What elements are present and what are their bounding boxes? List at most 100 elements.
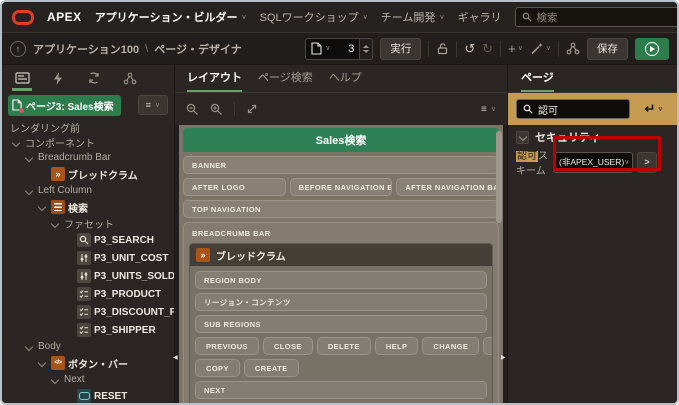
breadcrumb-application[interactable]: アプリケーション100 <box>33 41 139 57</box>
authorization-scheme-select[interactable]: (非APEX_USER) ∨ <box>553 152 633 173</box>
zoom-in-icon[interactable] <box>210 103 223 116</box>
redo-icon[interactable]: ↻ <box>482 41 493 57</box>
selected-page-item[interactable]: ページ3: Sales検索 <box>8 95 121 116</box>
slot-previous[interactable]: PREVIOUS <box>195 337 259 355</box>
tree-item-breadcrumb-region[interactable]: »ブレッドクラム <box>2 165 174 183</box>
apex-logo-icon[interactable] <box>12 10 34 25</box>
chevron-down-icon[interactable] <box>23 185 35 197</box>
collapse-right-icon[interactable]: ▶ <box>501 355 506 361</box>
undo-icon[interactable]: ↺ <box>464 41 475 57</box>
canvas-scrollbar[interactable] <box>496 131 502 223</box>
tab-page-search[interactable]: ページ検索 <box>258 69 313 92</box>
tree-item-search-region[interactable]: 検索 <box>2 198 174 216</box>
indent-spacer <box>62 270 74 282</box>
unlock-icon[interactable] <box>436 42 449 55</box>
slot-change[interactable]: CHANGE <box>422 337 479 355</box>
play-icon <box>645 42 659 56</box>
tree-item-pre-rendering[interactable]: レンダリング前 <box>2 120 174 135</box>
slot-copy[interactable]: COPY <box>195 359 240 377</box>
tree-item-components[interactable]: コンポーネント <box>2 135 174 150</box>
page-number-stepper[interactable] <box>359 39 372 59</box>
layout-menu-button[interactable]: ≡ ∨ <box>481 104 496 115</box>
tree-item-p3-search[interactable]: P3_SEARCH <box>2 231 174 249</box>
menu-app-builder[interactable]: アプリケーション・ビルダー ∨ <box>95 9 247 25</box>
slot-help[interactable]: HELP <box>375 337 419 355</box>
breadcrumb-region-card[interactable]: » ブレッドクラム REGION BODY リージョン・コンテンツ SUB RE… <box>189 243 493 403</box>
go-up-icon[interactable]: ↑ <box>10 41 26 57</box>
tree-item-button-bar[interactable]: </>ボタン・バー <box>2 354 174 372</box>
breadcrumb-region-card-header[interactable]: » ブレッドクラム <box>190 244 492 266</box>
tree-item-reset-button[interactable]: RESET <box>2 387 174 405</box>
collapse-left-icon[interactable]: ◀ <box>173 355 178 361</box>
tree-item-breadcrumb-bar[interactable]: Breadcrumb Bar <box>2 150 174 165</box>
property-search-input[interactable]: 認可 <box>516 99 630 119</box>
left-splitter[interactable]: ◀ <box>175 125 179 403</box>
toolbar-controls: ∨ 3 実行 ↺ ↻ + ∨ ∨ <box>305 38 669 60</box>
save-and-run-button[interactable] <box>635 38 669 60</box>
page-region-header[interactable]: Sales検索 <box>183 128 499 152</box>
global-search-input[interactable]: 検索 <box>515 7 679 27</box>
page-select-button[interactable]: ∨ <box>306 42 335 55</box>
chevron-down-icon[interactable] <box>23 341 35 353</box>
slot-after-logo[interactable]: AFTER LOGO <box>183 178 286 196</box>
tab-page-shared-components[interactable] <box>112 65 148 91</box>
menu-sql-workshop[interactable]: SQLワークショップ ∨ <box>260 9 368 25</box>
tab-rendering[interactable] <box>4 65 40 91</box>
utilities-menu-button[interactable]: ∨ <box>530 42 551 55</box>
shared-components-icon[interactable] <box>566 42 580 55</box>
tree-item-p3-product[interactable]: P3_PRODUCT <box>2 285 174 303</box>
slot-region-content[interactable]: リージョン・コンテンツ <box>195 293 487 311</box>
go-to-component-button[interactable]: > <box>637 152 657 173</box>
slot-edit[interactable]: EDIT <box>483 337 493 355</box>
brand-title: APEX <box>47 10 82 24</box>
save-button[interactable]: 保存 <box>587 38 628 60</box>
chevron-down-icon: ∨ <box>363 14 368 21</box>
slot-region-body[interactable]: REGION BODY <box>195 271 487 289</box>
right-splitter[interactable]: ▶ <box>503 125 507 403</box>
toolbar-divider <box>234 102 235 116</box>
tree-item-p3-unit-cost[interactable]: P3_UNIT_COST <box>2 249 174 267</box>
slot-top-navigation[interactable]: TOP NAVIGATION <box>183 200 499 218</box>
slot-after-navigation-bar[interactable]: AFTER NAVIGATION BAR <box>396 178 499 196</box>
tab-layout[interactable]: レイアウト <box>187 69 242 92</box>
tree-item-p3-discount-percent[interactable]: P3_DISCOUNT_PERCENT <box>2 303 174 321</box>
slot-before-navigation-bar[interactable]: BEFORE NAVIGATION BAR <box>290 178 393 196</box>
chevron-down-icon[interactable] <box>36 357 48 369</box>
slot-banner[interactable]: BANNER <box>183 156 499 174</box>
slot-delete[interactable]: DELETE <box>317 337 371 355</box>
tree-item-next[interactable]: Next <box>2 372 174 387</box>
button-slot-row: PREVIOUS CLOSE DELETE HELP CHANGE EDIT <box>195 337 487 355</box>
tab-processing[interactable] <box>76 65 112 91</box>
section-security[interactable]: セキュリティ <box>508 127 677 147</box>
slot-close[interactable]: CLOSE <box>263 337 313 355</box>
expand-icon[interactable] <box>246 103 258 115</box>
run-page-button[interactable]: 実行 <box>380 38 421 60</box>
slot-sub-regions[interactable]: SUB REGIONS <box>195 315 487 333</box>
slot-create[interactable]: CREATE <box>244 359 299 377</box>
collapse-section-icon[interactable] <box>516 131 529 144</box>
menu-gallery[interactable]: ギャラリ <box>458 9 502 25</box>
menu-team-dev[interactable]: チーム開発 ∨ <box>381 9 445 25</box>
tree-item-left-column[interactable]: Left Column <box>2 183 174 198</box>
chevron-down-icon[interactable] <box>49 374 61 386</box>
chevron-down-icon[interactable] <box>23 152 35 164</box>
tree-item-p3-shipper[interactable]: P3_SHIPPER <box>2 321 174 339</box>
tab-help[interactable]: ヘルプ <box>329 69 362 92</box>
create-menu-button[interactable]: + ∨ <box>508 41 523 56</box>
lock-indicator-dot <box>19 108 24 113</box>
slot-breadcrumb-bar[interactable]: BREADCRUMB BAR » ブレッドクラム REGION BODY リージ… <box>183 222 499 403</box>
chevron-down-icon[interactable] <box>36 201 48 213</box>
breadcrumb-page-designer: ページ・デザイナ <box>154 41 242 57</box>
tab-dynamic-actions[interactable] <box>40 65 76 91</box>
tree-item-body[interactable]: Body <box>2 339 174 354</box>
page-number-input[interactable]: 3 <box>335 43 359 55</box>
tree-menu-button[interactable]: ≡ ∨ <box>138 95 168 115</box>
tree-item-facets[interactable]: ファセット <box>2 216 174 231</box>
zoom-out-icon[interactable] <box>186 103 199 116</box>
slot-next[interactable]: NEXT <box>195 381 487 399</box>
chevron-down-icon[interactable] <box>10 137 22 149</box>
go-to-match-button[interactable]: ∨ <box>641 103 669 115</box>
tab-page[interactable]: ページ <box>521 69 554 92</box>
chevron-down-icon[interactable] <box>49 218 61 230</box>
tree-item-p3-units-sold[interactable]: P3_UNITS_SOLD <box>2 267 174 285</box>
